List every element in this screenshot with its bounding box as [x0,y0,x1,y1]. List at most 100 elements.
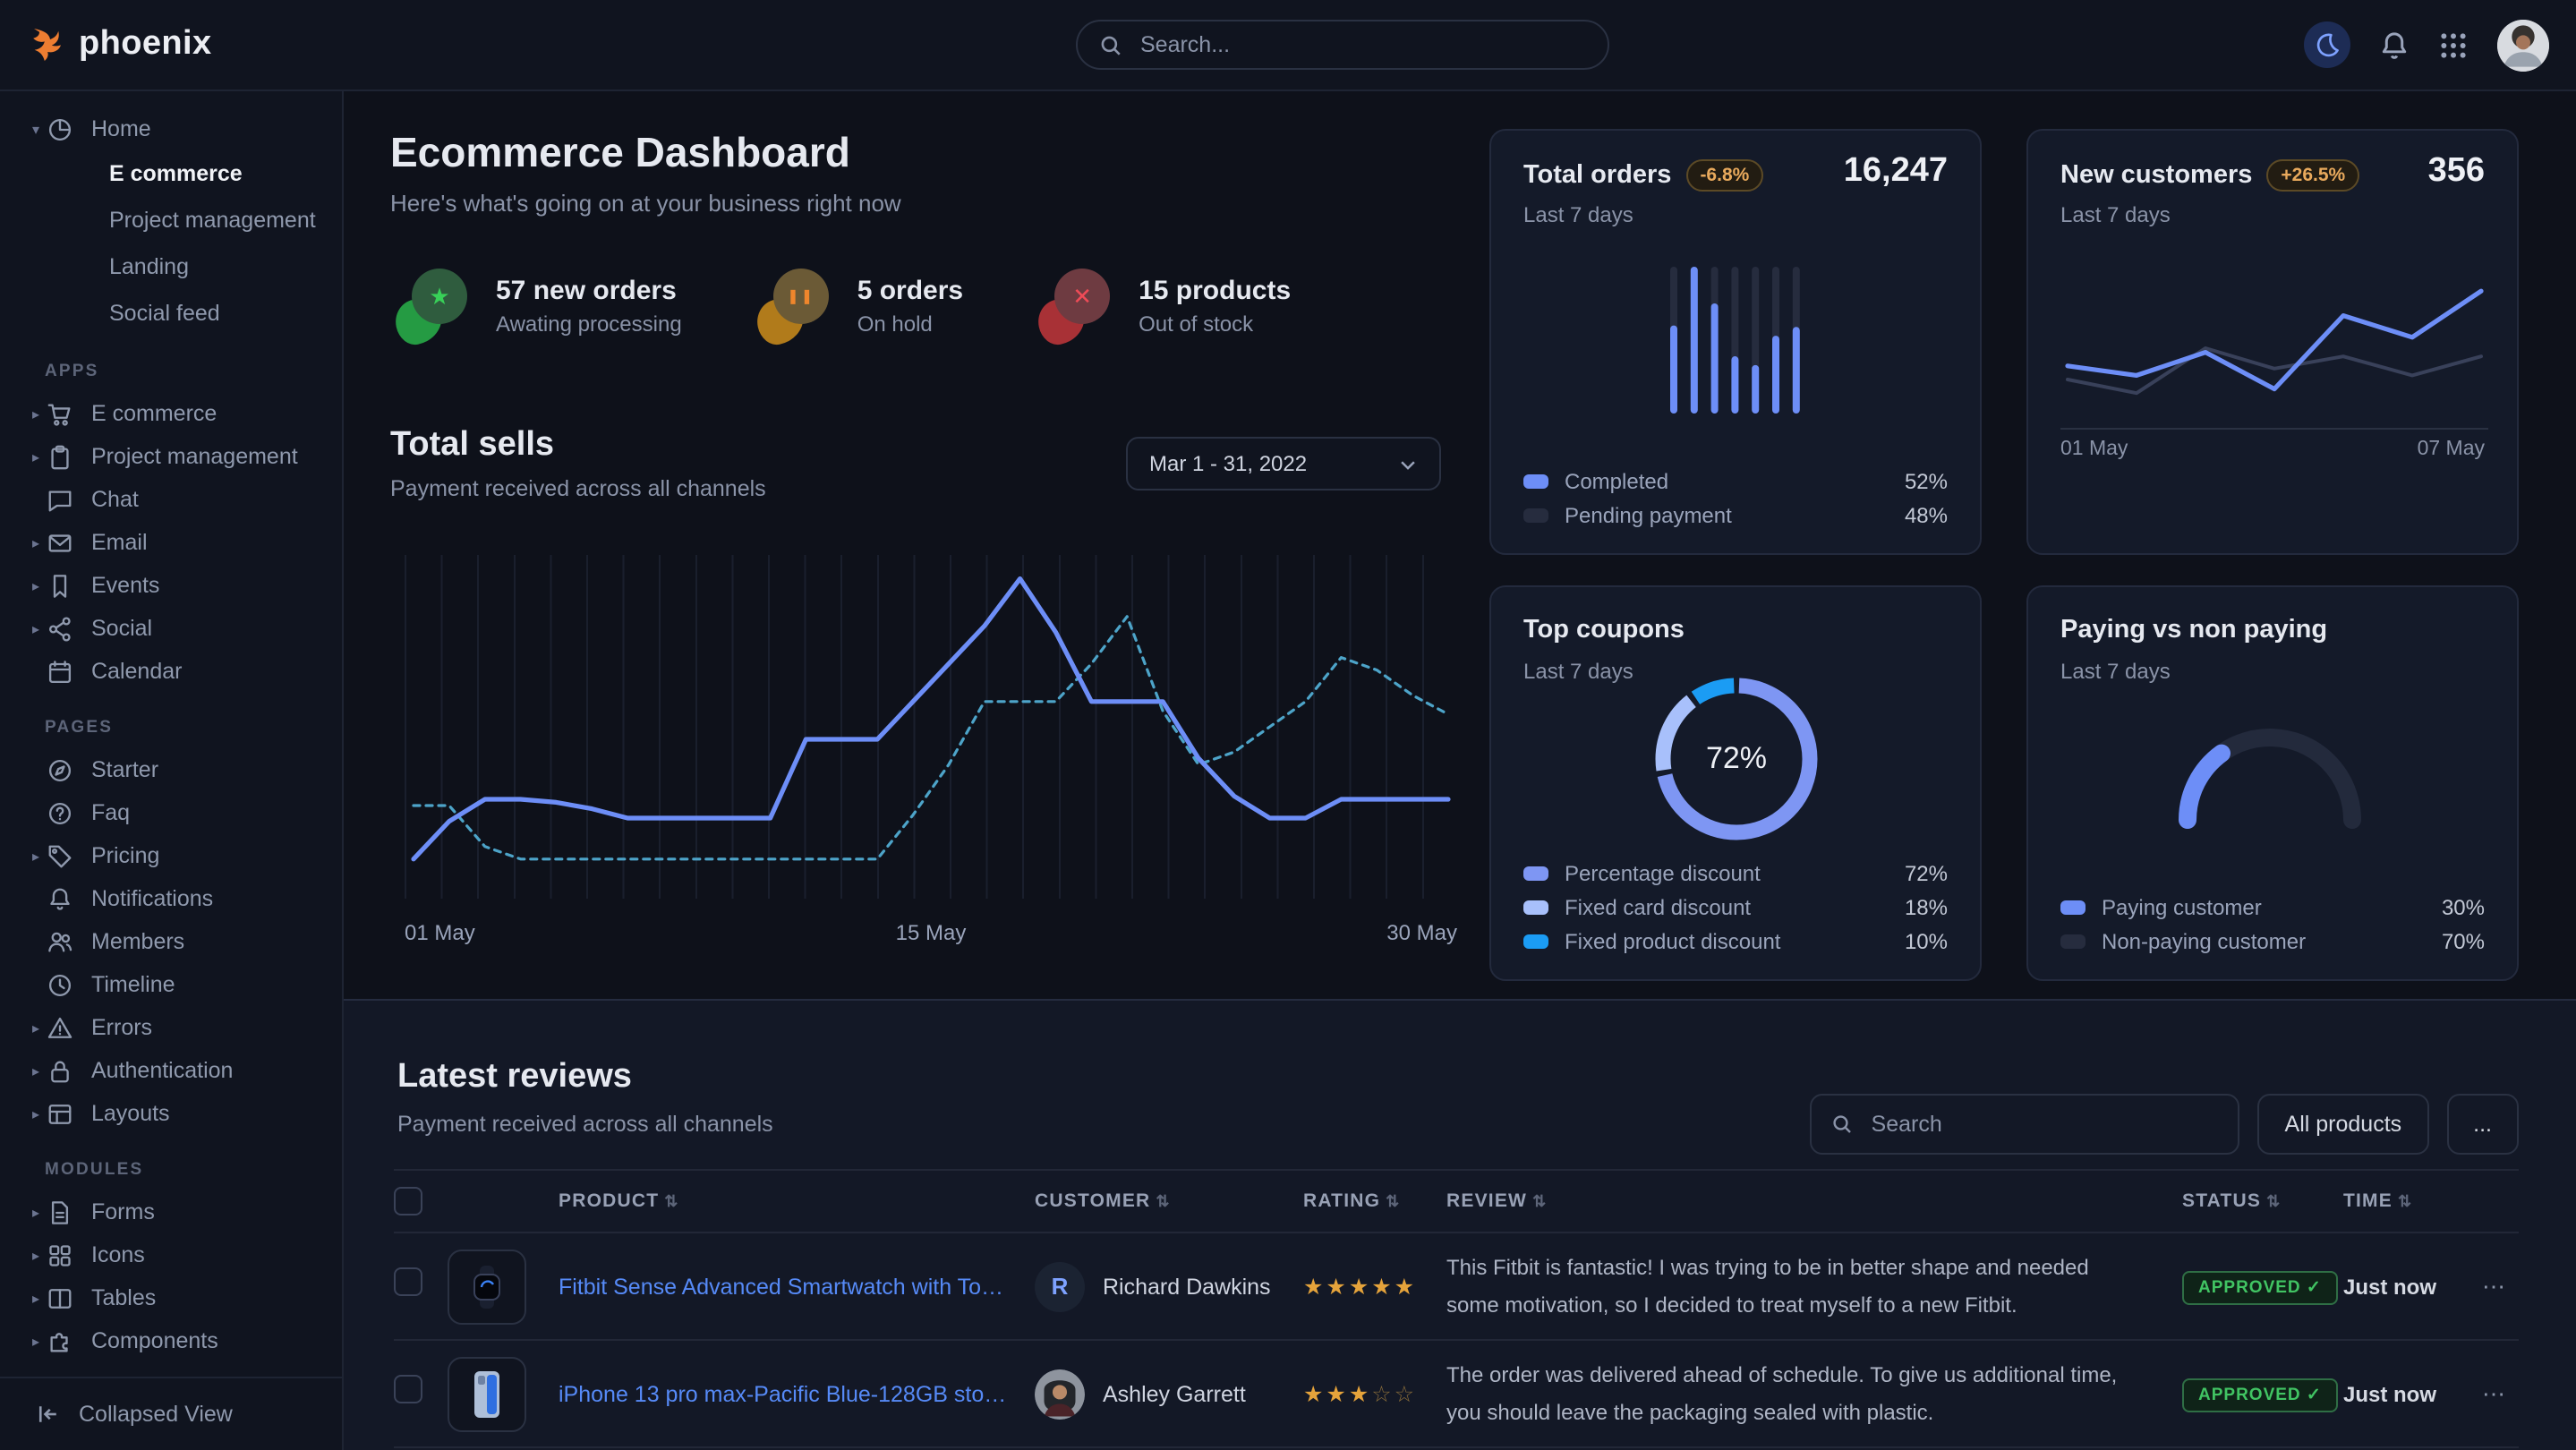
sidebar-item-tables[interactable]: ▸Tables [0,1276,342,1319]
sidebar-subitem-e-commerce[interactable]: E commerce [0,150,342,197]
cart-icon [47,399,75,428]
pie-icon [47,115,75,143]
sidebar-item-starter[interactable]: Starter [0,748,342,791]
paying-card: Paying vs non paying Last 7 days Paying … [2026,585,2519,981]
reviews-toolbar: All products ... [1811,1094,2519,1155]
sidebar-item-layouts[interactable]: ▸Layouts [0,1092,342,1135]
sidebar-subitem-social-feed[interactable]: Social feed [0,290,342,337]
review-text: The order was delivered ahead of schedul… [1446,1356,2182,1431]
page-title: Ecommerce Dashboard [390,129,850,177]
date-range-select[interactable]: Mar 1 - 31, 2022 [1126,437,1441,490]
column-header-time[interactable]: TIME⇅ [2343,1190,2469,1212]
column-header-status[interactable]: STATUS⇅ [2182,1190,2343,1212]
sidebar-item-project-management[interactable]: ▸Project management [0,435,342,478]
sidebar-item-home[interactable]: ▾Home [0,107,342,150]
calendar-icon [47,657,75,686]
bell-icon [47,884,75,913]
sidebar-item-timeline[interactable]: Timeline [0,963,342,1006]
legend-value: 72% [1905,860,1948,885]
reviews-more-button[interactable]: ... [2446,1094,2519,1155]
caret-icon: ▸ [25,1204,47,1220]
sidebar-nav: ▾HomeE commerceProject managementLanding… [0,90,342,1377]
file-icon [47,1198,75,1226]
legend-label: Non-paying customer [2102,928,2306,953]
orders-legend: Completed52%Pending payment48% [1523,464,1948,532]
column-header-review[interactable]: REVIEW⇅ [1446,1190,2182,1212]
theme-toggle-button[interactable] [2304,21,2350,68]
tag-icon [47,841,75,870]
row-checkbox[interactable] [394,1375,422,1403]
product-thumbnail[interactable] [448,1249,526,1324]
sidebar-item-social[interactable]: ▸Social [0,607,342,650]
user-avatar[interactable] [2497,19,2549,71]
stat-label: Out of stock [1139,311,1291,337]
column-header-rating[interactable]: RATING⇅ [1303,1190,1446,1212]
collapse-sidebar-button[interactable]: Collapsed View [0,1377,342,1450]
sidebar-item-events[interactable]: ▸Events [0,564,342,607]
global-search[interactable] [1076,20,1609,70]
review-time: Just now [2343,1274,2469,1299]
sidebar-item-label: Email [91,530,148,555]
sidebar-item-label: Members [91,929,184,954]
reviews-search-input[interactable] [1868,1110,2219,1139]
trend-badge: -6.8% [1685,159,1763,192]
row-menu-button[interactable]: ⋯ [2469,1379,2519,1408]
caret-icon: ▸ [25,1290,47,1306]
puzzle-icon [47,1326,75,1355]
row-menu-button[interactable]: ⋯ [2469,1272,2519,1301]
sidebar-item-notifications[interactable]: Notifications [0,877,342,920]
notifications-button[interactable] [2379,30,2410,60]
sidebar-item-label: Events [91,573,159,598]
sidebar-item-components[interactable]: ▸Components [0,1319,342,1362]
sidebar-subitem-landing[interactable]: Landing [0,243,342,290]
sidebar-item-pricing[interactable]: ▸Pricing [0,834,342,877]
sidebar-item-label: Icons [91,1242,145,1267]
brand-name: phoenix [79,25,212,64]
sidebar-item-authentication[interactable]: ▸Authentication [0,1049,342,1092]
stat-value: 5 orders [857,276,963,306]
card-title: Top coupons [1523,616,1685,644]
sidebar-item-icons[interactable]: ▸Icons [0,1233,342,1276]
apps-menu-button[interactable] [2438,30,2469,60]
reviews-search[interactable] [1811,1094,2240,1155]
sidebar-item-chat[interactable]: Chat [0,478,342,521]
customer-avatar[interactable]: R [1035,1261,1085,1311]
sidebar-subitem-project-management[interactable]: Project management [0,197,342,243]
stat-item: ★57 new ordersAwating processing [396,269,682,344]
sidebar-item-errors[interactable]: ▸Errors [0,1006,342,1049]
product-link[interactable]: Fitbit Sense Advanced Smartwatch with To… [559,1274,1035,1299]
legend-label: Completed [1565,468,1668,493]
column-header-customer[interactable]: CUSTOMER⇅ [1035,1190,1303,1212]
x-tick: 30 May [1386,920,1457,945]
sidebar-item-email[interactable]: ▸Email [0,521,342,564]
phoenix-logo-icon [27,25,66,64]
top-coupons-card: Top coupons Last 7 days 72% Percentage d… [1489,585,1982,981]
sort-icon: ⇅ [1532,1192,1547,1210]
lock-icon [47,1056,75,1085]
legend-swatch [1523,866,1548,880]
rating-stars: ★★★☆☆ [1303,1380,1446,1407]
all-products-button[interactable]: All products [2258,1094,2429,1155]
column-header-product[interactable]: PRODUCT⇅ [559,1190,1035,1212]
row-checkbox[interactable] [394,1267,422,1296]
legend-swatch [2060,900,2086,914]
sidebar-item-calendar[interactable]: Calendar [0,650,342,693]
customer-avatar[interactable] [1035,1369,1085,1419]
sidebar-item-label: Faq [91,800,130,825]
sidebar-item-forms[interactable]: ▸Forms [0,1190,342,1233]
legend-row: Pending payment48% [1523,498,1948,532]
sidebar-item-label: Layouts [91,1101,170,1126]
legend-label: Pending payment [1565,502,1732,527]
product-link[interactable]: iPhone 13 pro max-Pacific Blue-128GB sto… [559,1381,1035,1406]
select-all-checkbox[interactable] [394,1187,422,1215]
sidebar-item-label: Starter [91,757,158,782]
sidebar-item-e-commerce[interactable]: ▸E commerce [0,392,342,435]
sidebar-item-members[interactable]: Members [0,920,342,963]
product-thumbnail[interactable] [448,1356,526,1431]
sidebar-item-faq[interactable]: Faq [0,791,342,834]
legend-value: 18% [1905,894,1948,919]
customer-name: Ashley Garrett [1103,1381,1246,1406]
layout-icon [47,1099,75,1128]
brand[interactable]: phoenix [0,25,212,64]
global-search-input[interactable] [1137,30,1586,59]
